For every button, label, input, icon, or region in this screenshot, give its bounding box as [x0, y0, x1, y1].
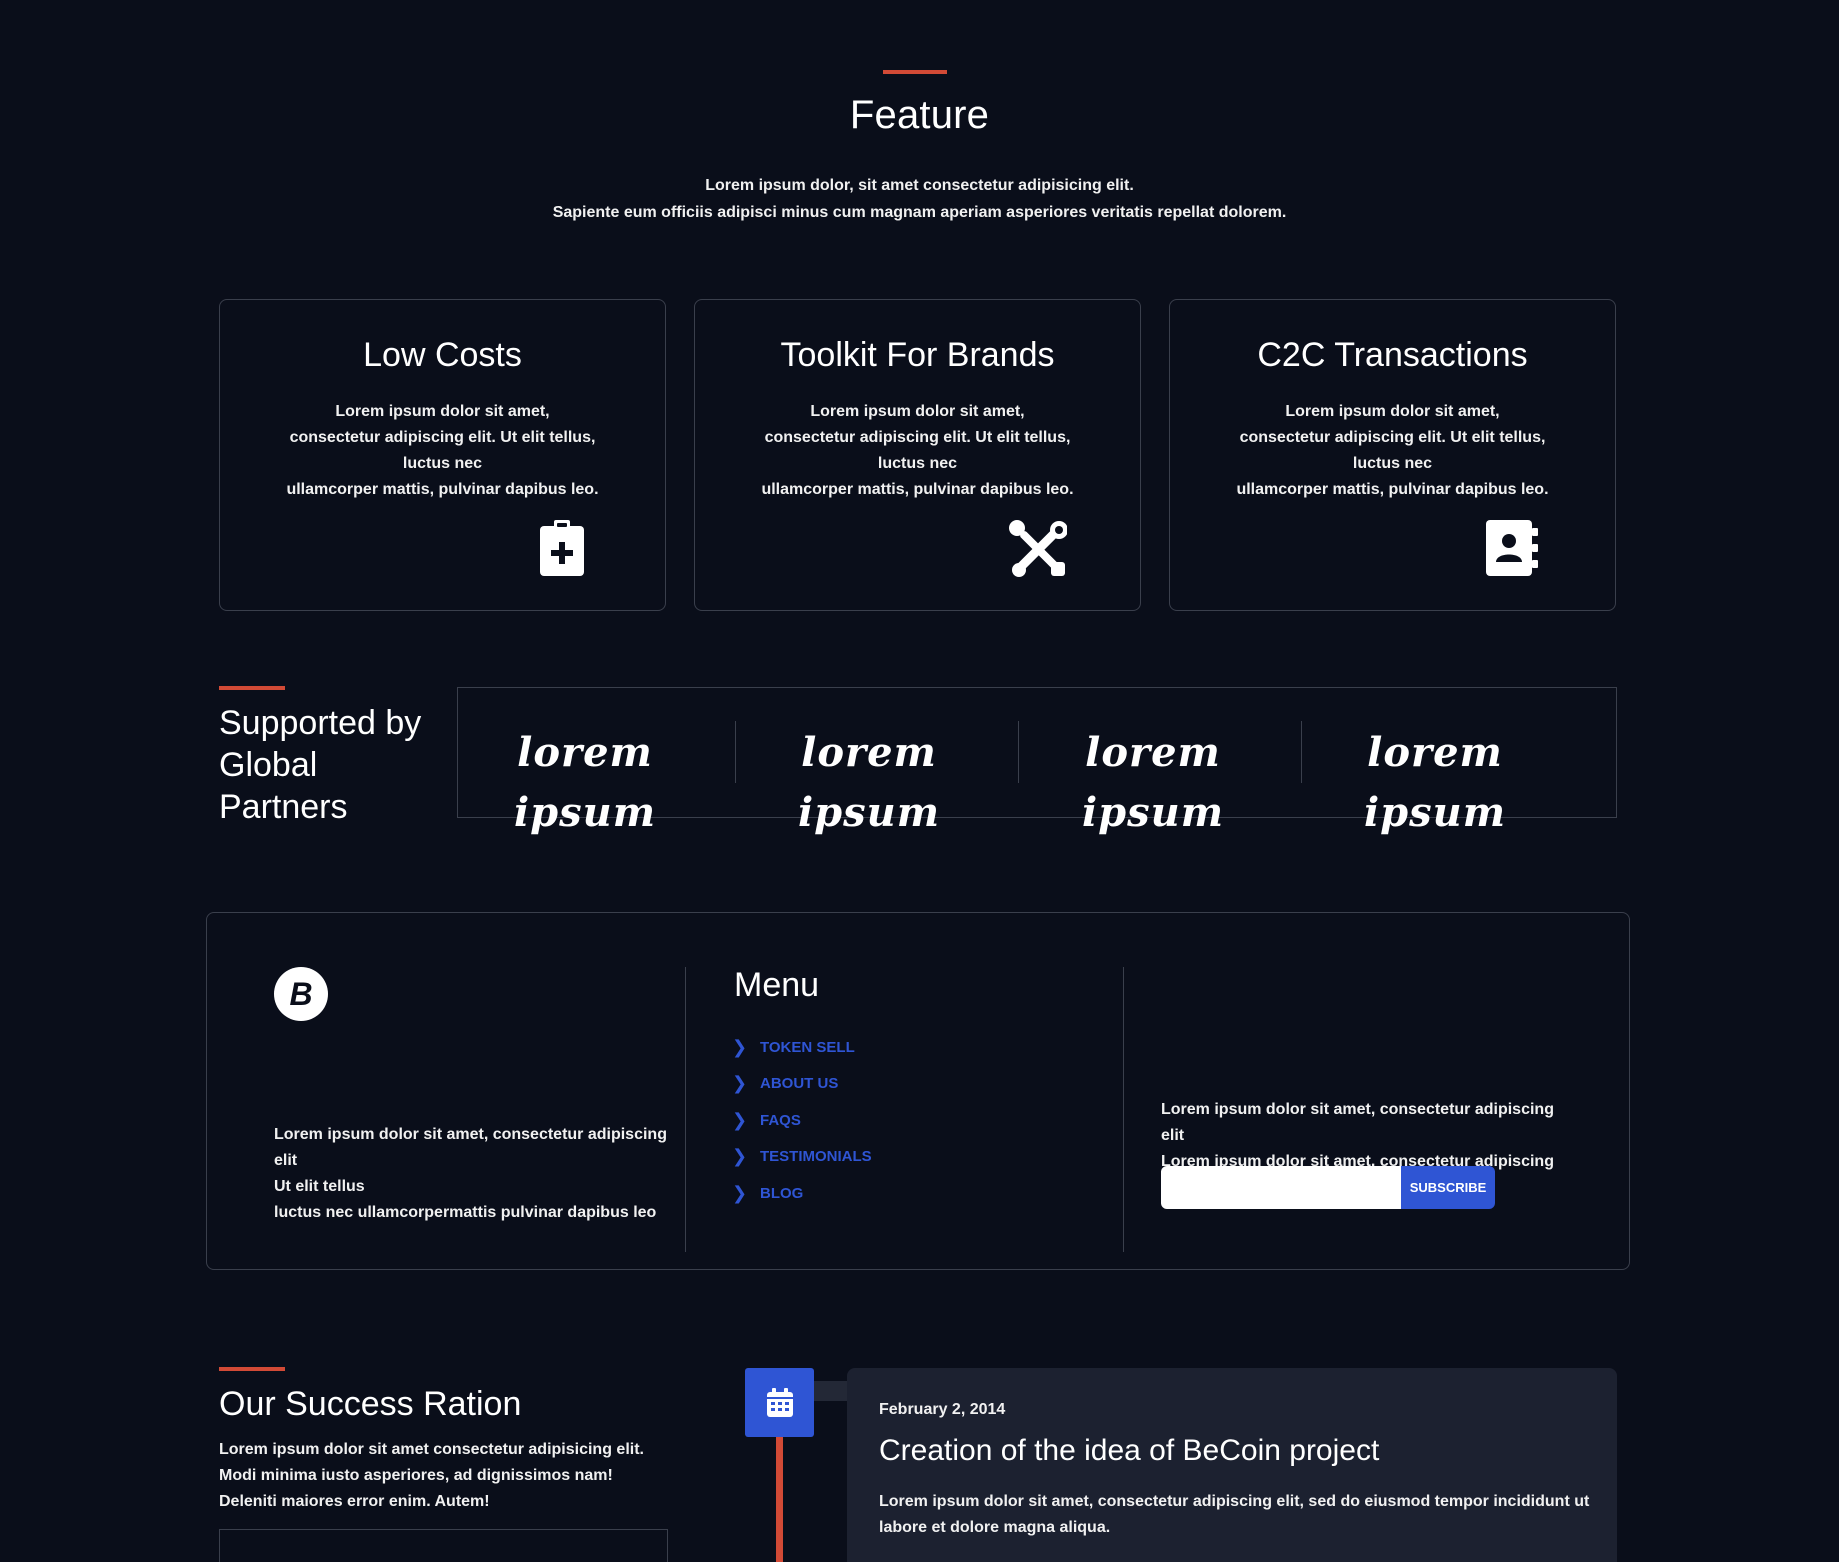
feature-accent-line — [883, 70, 947, 74]
partner-divider — [735, 721, 736, 783]
partner-divider — [1018, 721, 1019, 783]
footer-menu: ❯ TOKEN SELL ❯ ABOUT US ❯ FAQS ❯ TESTIMONIAL… — [732, 1029, 872, 1212]
feature-subtitle-line: Sapiente eum officiis adipisci minus cum… — [552, 204, 1287, 221]
partner-logo[interactable]: Lorem ipsum — [1038, 723, 1268, 836]
card-text-line: Lorem ipsum dolor sit amet, — [1285, 403, 1500, 420]
calendar-icon — [766, 1387, 793, 1417]
partners-accent-line — [219, 686, 285, 690]
chevron-right-icon: ❯ — [732, 1036, 748, 1057]
feature-subtitle-line: Lorem ipsum dolor, sit amet consectetur … — [705, 177, 1134, 194]
footer-about-line: Ut elit tellus — [274, 1178, 365, 1195]
card-text-line: ullamcorper mattis, pulvinar dapibus leo… — [761, 481, 1074, 498]
feature-title: Feature — [849, 93, 990, 137]
card-text-line: ullamcorper mattis, pulvinar dapibus leo… — [1236, 481, 1549, 498]
partners-title: Supported by Global Partners — [219, 704, 422, 826]
card-title: C2C Transactions — [1257, 336, 1528, 374]
card-text-line: luctus nec — [402, 455, 483, 472]
timeline-title: Creation of the idea of BeCoin project — [879, 1434, 1380, 1467]
chevron-right-icon: ❯ — [732, 1073, 748, 1094]
card-text-line: consectetur adipiscing elit. Ut elit tel… — [764, 429, 1071, 446]
feature-card-c2c: C2C Transactions Lorem ipsum dolor sit a… — [1169, 299, 1616, 611]
bitcoin-icon[interactable]: B — [274, 967, 328, 1021]
feature-card-toolkit: Toolkit For Brands Lorem ipsum dolor sit… — [694, 299, 1141, 611]
menu-title: Menu — [734, 966, 820, 1004]
menu-item-label[interactable]: TESTIMONIALS — [760, 1148, 872, 1165]
timeline-text: Lorem ipsum dolor sit amet, consectetur … — [879, 1493, 1590, 1536]
menu-item-testimonials[interactable]: ❯ TESTIMONIALS — [732, 1139, 872, 1176]
card-text-line: consectetur adipiscing elit. Ut elit tel… — [289, 429, 596, 446]
card-text-line: luctus nec — [1352, 455, 1433, 472]
partner-divider — [1301, 721, 1302, 783]
card-text: Lorem ipsum dolor sit amet, consectetur … — [220, 399, 665, 503]
timeline-icon-box — [745, 1368, 814, 1437]
feature-card-low-costs: Low Costs Lorem ipsum dolor sit amet, co… — [219, 299, 666, 611]
chevron-right-icon: ❯ — [732, 1182, 748, 1203]
footer-divider — [1123, 967, 1124, 1252]
menu-item-about-us[interactable]: ❯ ABOUT US — [732, 1066, 872, 1103]
address-book-icon — [1486, 520, 1538, 576]
footer-about-text: Lorem ipsum dolor sit amet, consectetur … — [274, 1122, 674, 1226]
timeline-line — [776, 1437, 783, 1562]
card-title: Toolkit For Brands — [780, 336, 1055, 374]
card-text-line: Lorem ipsum dolor sit amet, — [335, 403, 550, 420]
subscribe-button[interactable]: SUBSCRIBE — [1401, 1166, 1495, 1209]
menu-item-blog[interactable]: ❯ BLOG — [732, 1175, 872, 1212]
partner-logo[interactable]: Lorem ipsum — [1320, 723, 1550, 836]
menu-item-label[interactable]: BLOG — [760, 1185, 803, 1202]
partners-logo-strip: Lorem ipsum Lorem ipsum Lorem ipsum Lore… — [457, 687, 1617, 836]
card-text-line: consectetur adipiscing elit. Ut elit tel… — [1239, 429, 1546, 446]
chevron-right-icon: ❯ — [732, 1109, 748, 1130]
timeline-connector — [814, 1381, 848, 1401]
menu-item-label[interactable]: FAQS — [760, 1112, 801, 1129]
menu-item-token-sell[interactable]: ❯ TOKEN SELL — [732, 1029, 872, 1066]
tools-icon — [1009, 520, 1067, 577]
chevron-right-icon: ❯ — [732, 1146, 748, 1167]
success-title: Our Success Ration — [219, 1385, 522, 1423]
success-stats-box — [219, 1529, 668, 1562]
subscribe-form: SUBSCRIBE — [1161, 1166, 1495, 1209]
card-title: Low Costs — [363, 336, 522, 374]
footer-about-line: Lorem ipsum dolor sit amet, consectetur … — [274, 1126, 667, 1169]
card-text-line: ullamcorper mattis, pulvinar dapibus leo… — [286, 481, 599, 498]
newsletter-text-line: Lorem ipsum dolor sit amet, consectetur … — [1161, 1101, 1554, 1144]
success-description: Lorem ipsum dolor sit amet consectetur a… — [219, 1441, 644, 1510]
footer-about-line: luctus nec ullamcorpermattis pulvinar da… — [274, 1204, 657, 1221]
menu-item-faqs[interactable]: ❯ FAQS — [732, 1102, 872, 1139]
partner-logo[interactable]: Lorem ipsum — [470, 723, 700, 836]
menu-item-label[interactable]: TOKEN SELL — [760, 1039, 855, 1056]
menu-item-label[interactable]: ABOUT US — [760, 1075, 838, 1092]
email-field[interactable] — [1161, 1166, 1401, 1209]
partner-logo[interactable]: Lorem ipsum — [754, 723, 984, 836]
footer-divider — [685, 967, 686, 1252]
card-text-line: Lorem ipsum dolor sit amet, — [810, 403, 1025, 420]
card-text: Lorem ipsum dolor sit amet, consectetur … — [695, 399, 1140, 503]
card-text-line: luctus nec — [877, 455, 958, 472]
card-text: Lorem ipsum dolor sit amet, consectetur … — [1170, 399, 1615, 503]
feature-subtitle: Lorem ipsum dolor, sit amet consectetur … — [0, 172, 1839, 226]
success-accent-line — [219, 1367, 285, 1371]
timeline-date: February 2, 2014 — [879, 1401, 1006, 1418]
clipboard-plus-icon — [540, 520, 584, 576]
